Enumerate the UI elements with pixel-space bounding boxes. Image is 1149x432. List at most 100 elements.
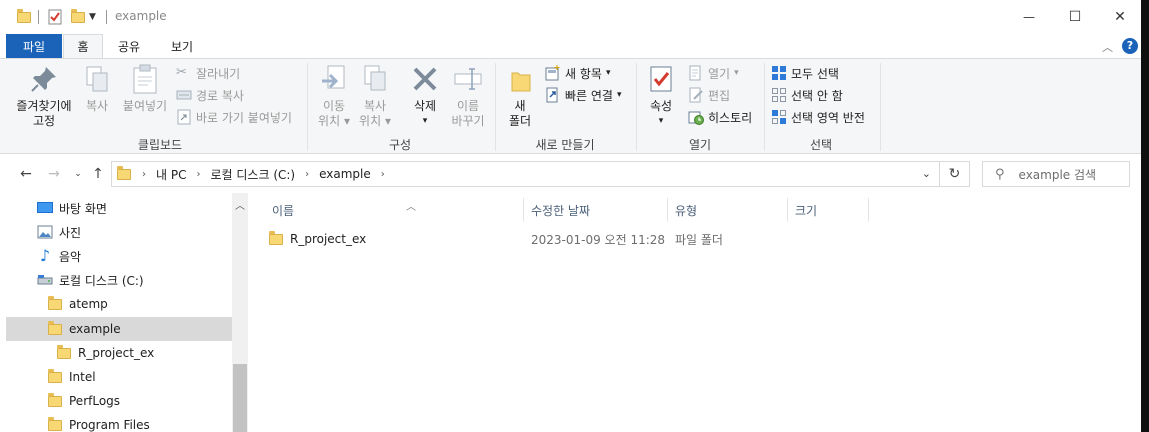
easy-access-icon (546, 87, 558, 103)
edit-label: 편집 (708, 88, 731, 103)
copy-path-icon (176, 90, 192, 100)
paste-shortcut-button[interactable]: 바로 가기 붙여넣기 (176, 107, 292, 127)
breadcrumb-example[interactable]: example (319, 167, 371, 181)
up-arrow-icon[interactable]: ↑ (88, 164, 108, 184)
easy-access-button[interactable]: 빠른 연결 ▾ (545, 85, 622, 105)
tree-item-r-project-ex[interactable]: R_project_ex (6, 341, 232, 365)
tab-home[interactable]: 홈 (63, 34, 103, 58)
paste-shortcut-icon (177, 109, 191, 125)
file-list-pane: 이름 ︿ 수정한 날짜 유형 크기 R_project_ex 2023-01-0… (248, 193, 1141, 432)
new-item-button[interactable]: 새 항목 ▾ (545, 63, 610, 83)
folder-icon (116, 166, 132, 182)
tree-item-music[interactable]: ♪ 음악 (6, 244, 232, 268)
copy-button[interactable]: 복사 (80, 63, 114, 114)
edit-button[interactable]: 편집 (688, 85, 730, 105)
scrollbar-thumb[interactable] (233, 364, 247, 432)
close-button[interactable]: ✕ (1097, 0, 1141, 34)
select-all-button[interactable]: 모두 선택 (771, 63, 839, 83)
file-modified: 2023-01-09 오전 11:28 (531, 233, 666, 247)
breadcrumb-separator-icon[interactable]: › (142, 169, 146, 180)
ribbon-tabs: 파일 홈 공유 보기 ︿ ? (0, 34, 1141, 58)
breadcrumb-separator-icon[interactable]: › (196, 169, 200, 180)
folder-icon (47, 417, 63, 432)
forward-arrow-icon[interactable]: → (44, 164, 64, 184)
search-icon: ⚲ (995, 166, 1005, 182)
delete-x-icon (413, 67, 437, 91)
tab-file[interactable]: 파일 (6, 34, 62, 58)
properties-button[interactable]: 속성 ▾ (643, 63, 679, 129)
tree-item-label: 음악 (59, 249, 82, 264)
copy-path-button[interactable]: 경로 복사 (176, 85, 244, 105)
tree-item-program-files[interactable]: Program Files (6, 413, 232, 432)
tree-item-pictures[interactable]: 사진 (6, 220, 232, 244)
tree-item-intel[interactable]: Intel (6, 365, 232, 389)
address-bar[interactable]: › 내 PC › 로컬 디스크 (C:) › example › ⌄ (111, 161, 940, 187)
copy-to-button[interactable]: 복사 위치 ▾ (355, 63, 395, 129)
column-header-size[interactable]: 크기 (789, 198, 869, 222)
select-all-icon (772, 66, 786, 80)
column-header-date[interactable]: 수정한 날짜 (525, 198, 668, 222)
breadcrumb-this-pc[interactable]: 내 PC (156, 166, 186, 183)
invert-selection-icon (772, 110, 786, 124)
breadcrumb-separator-icon[interactable]: › (381, 169, 385, 180)
tree-item-local-disk[interactable]: 로컬 디스크 (C:) (6, 268, 232, 292)
help-icon[interactable]: ? (1122, 38, 1138, 54)
folder-icon (16, 9, 31, 23)
copy-to-label-text: 위치 (359, 114, 382, 128)
delete-button[interactable]: 삭제 ▾ (406, 63, 444, 129)
refresh-button[interactable]: ↻ (940, 161, 970, 187)
tree-item-label: 로컬 디스크 (C:) (59, 273, 144, 288)
maximize-button[interactable]: ☐ (1052, 0, 1098, 34)
tab-view[interactable]: 보기 (160, 34, 204, 58)
table-row[interactable]: R_project_ex 2023-01-09 오전 11:28 파일 폴더 (268, 228, 1138, 250)
folder-icon (47, 393, 63, 409)
select-all-label: 모두 선택 (791, 66, 839, 81)
select-none-button[interactable]: 선택 안 함 (771, 85, 843, 105)
nav-pane-scrollbar[interactable]: ︿ (232, 193, 248, 432)
history-button[interactable]: 히스토리 (688, 107, 752, 127)
invert-selection-button[interactable]: 선택 영역 반전 (771, 107, 865, 127)
tab-share[interactable]: 공유 (108, 34, 150, 58)
back-arrow-icon[interactable]: ← (16, 164, 36, 184)
pin-icon (31, 67, 56, 92)
copy-path-label: 경로 복사 (196, 88, 244, 103)
tree-item-example[interactable]: example (6, 317, 232, 341)
move-to-button[interactable]: 이동 위치 ▾ (314, 63, 354, 129)
properties-quick-button[interactable] (48, 8, 62, 26)
tree-item-desktop[interactable]: 바탕 화면 (6, 196, 232, 220)
new-folder-quick-icon[interactable] (70, 9, 85, 23)
tree-item-label: example (69, 322, 121, 336)
paste-label: 붙여넣기 (122, 99, 168, 113)
scroll-up-chevron-icon[interactable]: ︿ (232, 197, 248, 212)
open-button[interactable]: 열기 ▾ (688, 63, 739, 83)
address-dropdown-icon[interactable]: ⌄ (922, 167, 931, 180)
collapse-ribbon-icon[interactable]: ︿ (1102, 39, 1113, 55)
breadcrumb-separator-icon[interactable]: › (305, 169, 309, 180)
tree-item-label: Intel (69, 370, 96, 384)
rename-icon (454, 68, 482, 90)
cut-button[interactable]: ✂ 잘라내기 (176, 63, 240, 83)
quick-access-dropdown[interactable]: ▼ (89, 8, 96, 26)
search-box[interactable]: ⚲ example 검색 (982, 161, 1130, 187)
paste-button[interactable]: 붙여넣기 (118, 63, 172, 114)
minimize-button[interactable]: — (1006, 0, 1052, 34)
folder-icon (47, 296, 63, 312)
new-folder-button[interactable]: 새 폴더 (502, 63, 538, 129)
properties-dropdown-icon[interactable]: ▾ (659, 114, 664, 129)
column-header-type[interactable]: 유형 (669, 198, 788, 222)
search-placeholder: example 검색 (1018, 167, 1097, 182)
easy-access-label: 빠른 연결 (565, 88, 613, 103)
folder-icon (56, 345, 72, 361)
pin-to-quick-access-button[interactable]: 즐겨찾기에 고정 (10, 63, 78, 129)
recent-locations-chevron-icon[interactable]: ⌄ (68, 164, 88, 184)
rename-button[interactable]: 이름 바꾸기 (446, 63, 490, 129)
tree-item-label: PerfLogs (69, 394, 121, 408)
tree-item-atemp[interactable]: atemp (6, 292, 232, 316)
tree-item-perflogs[interactable]: PerfLogs (6, 389, 232, 413)
delete-dropdown-icon[interactable]: ▾ (423, 114, 428, 129)
invert-selection-label: 선택 영역 반전 (791, 110, 865, 125)
breadcrumb-local-disk[interactable]: 로컬 디스크 (C:) (210, 166, 295, 183)
column-header-name[interactable]: 이름 ︿ (266, 198, 524, 222)
title-bar: ▼ example — ☐ ✕ (0, 0, 1141, 34)
move-to-icon (322, 65, 345, 89)
